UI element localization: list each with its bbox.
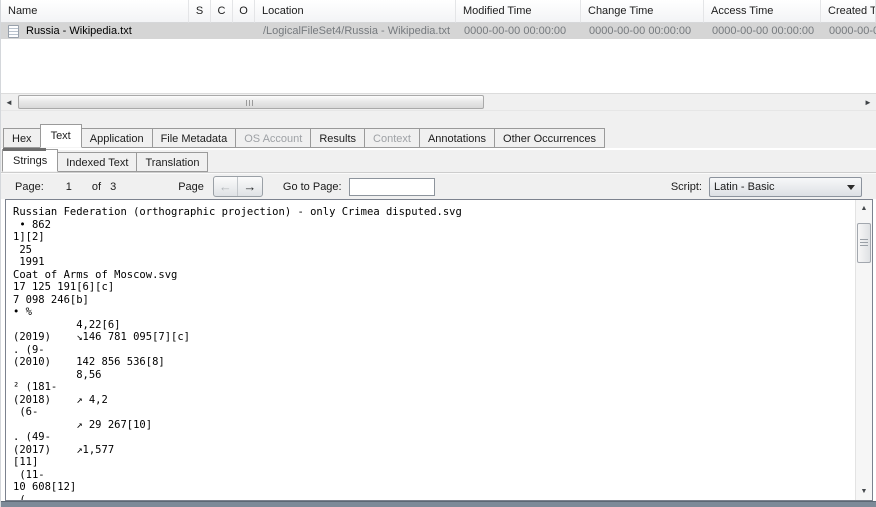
file-table-header: Name S C O Location Modified Time Change… xyxy=(1,0,876,23)
table-row[interactable]: Russia - Wikipedia.txt /LogicalFileSet4/… xyxy=(1,23,876,39)
tab-indexed-text[interactable]: Indexed Text xyxy=(57,152,137,172)
location-cell: /LogicalFileSet4/Russia - Wikipedia.txt xyxy=(255,23,456,39)
window-bottom-edge xyxy=(1,501,876,507)
file-icon xyxy=(8,25,19,38)
page-nav-label: Page xyxy=(178,181,204,193)
previous-page-icon: ← xyxy=(214,177,238,196)
horizontal-scrollbar-thumb[interactable] xyxy=(18,95,484,109)
tab-text[interactable]: Text xyxy=(40,124,82,148)
column-header-s[interactable]: S xyxy=(189,0,211,23)
scroll-down-icon[interactable]: ▼ xyxy=(856,484,872,499)
score-cell xyxy=(189,23,211,39)
file-name-label: Russia - Wikipedia.txt xyxy=(26,23,132,39)
column-header-access-time[interactable]: Access Time xyxy=(704,0,821,23)
column-header-modified-time[interactable]: Modified Time xyxy=(456,0,581,23)
vertical-scrollbar-thumb[interactable] xyxy=(857,223,871,263)
tab-strings[interactable]: Strings xyxy=(2,149,58,172)
total-pages-value: 3 xyxy=(110,181,116,193)
goto-page-input[interactable] xyxy=(349,178,435,196)
forensic-file-viewer-window: Name S C O Location Modified Time Change… xyxy=(0,0,876,507)
strings-text: Russian Federation (orthographic project… xyxy=(6,200,872,501)
content-viewer-tab-bar: Hex Text Application File Metadata OS Ac… xyxy=(1,124,876,148)
tab-os-account: OS Account xyxy=(235,128,311,148)
script-label: Script: xyxy=(671,181,702,193)
access-time-cell: 0000-00-00 00:00:00 xyxy=(704,23,821,39)
next-page-icon[interactable]: → xyxy=(238,177,262,196)
chevron-down-icon xyxy=(847,185,855,190)
tab-file-metadata[interactable]: File Metadata xyxy=(152,128,237,148)
table-horizontal-scrollbar[interactable]: ◄ ► xyxy=(1,93,876,110)
tab-results[interactable]: Results xyxy=(310,128,365,148)
page-nav-buttons: ← → xyxy=(213,176,263,197)
strings-text-viewer[interactable]: Russian Federation (orthographic project… xyxy=(5,199,873,501)
tab-context: Context xyxy=(364,128,420,148)
text-vertical-scrollbar[interactable]: ▲ ▼ xyxy=(855,200,872,500)
column-header-c[interactable]: C xyxy=(211,0,233,23)
pane-divider xyxy=(1,110,876,124)
tab-application[interactable]: Application xyxy=(81,128,153,148)
occurrences-cell xyxy=(233,23,255,39)
file-name-cell[interactable]: Russia - Wikipedia.txt xyxy=(1,23,189,39)
page-label: Page: xyxy=(15,181,44,193)
script-dropdown[interactable]: Latin - Basic xyxy=(709,177,862,197)
created-time-cell: 0000-00-00 00:00:00 xyxy=(821,23,876,39)
tab-other-occurrences[interactable]: Other Occurrences xyxy=(494,128,605,148)
scroll-up-icon[interactable]: ▲ xyxy=(856,201,872,216)
scroll-right-icon[interactable]: ► xyxy=(860,94,876,111)
tab-focus-indicator xyxy=(3,148,46,151)
goto-page-label: Go to Page: xyxy=(283,181,342,193)
file-table: Name S C O Location Modified Time Change… xyxy=(1,0,876,93)
tab-annotations[interactable]: Annotations xyxy=(419,128,495,148)
current-page-value: 1 xyxy=(66,181,72,193)
script-selected-value: Latin - Basic xyxy=(714,181,775,193)
column-header-o[interactable]: O xyxy=(233,0,255,23)
scroll-left-icon[interactable]: ◄ xyxy=(1,94,17,111)
tab-hex[interactable]: Hex xyxy=(3,128,41,148)
of-label: of xyxy=(92,181,101,193)
column-header-change-time[interactable]: Change Time xyxy=(581,0,704,23)
modified-time-cell: 0000-00-00 00:00:00 xyxy=(456,23,581,39)
column-header-name[interactable]: Name xyxy=(1,0,189,23)
text-view-tab-bar: Strings Indexed Text Translation xyxy=(1,150,876,173)
column-header-location[interactable]: Location xyxy=(255,0,456,23)
change-time-cell: 0000-00-00 00:00:00 xyxy=(581,23,704,39)
column-header-created-time[interactable]: Created Time xyxy=(821,0,876,23)
pager-toolbar: Page: 1 of 3 Page ← → Go to Page: Script… xyxy=(1,173,876,199)
tab-translation[interactable]: Translation xyxy=(136,152,208,172)
comment-cell xyxy=(211,23,233,39)
